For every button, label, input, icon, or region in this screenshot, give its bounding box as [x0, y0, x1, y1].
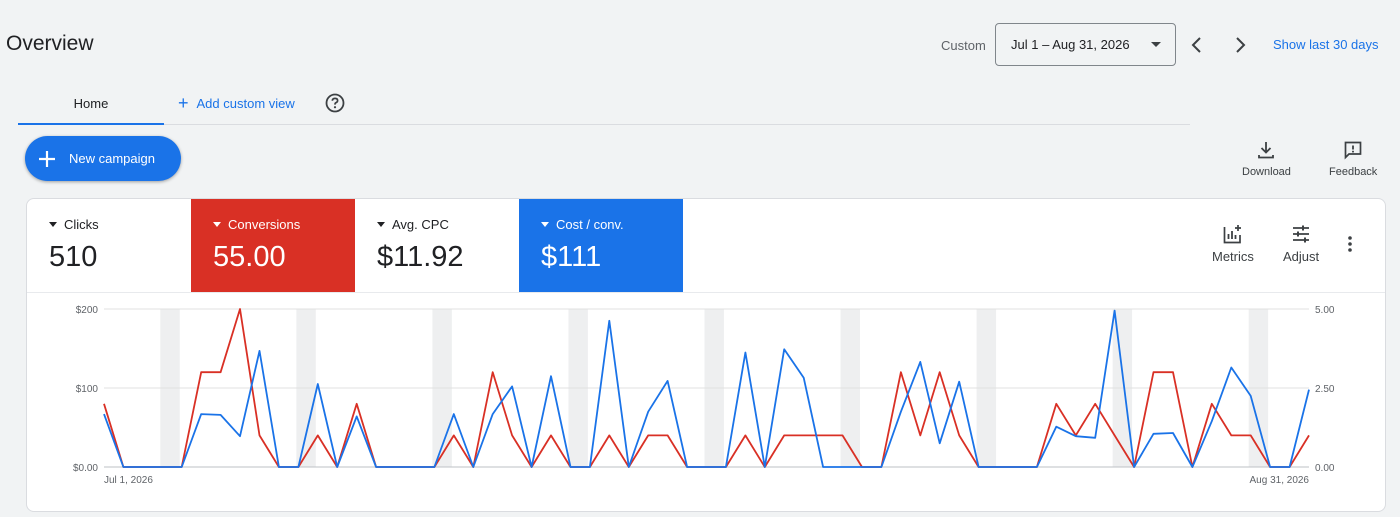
- metric-value: $111: [541, 241, 602, 273]
- next-period-button[interactable]: [1228, 33, 1252, 57]
- page-title: Overview: [6, 32, 94, 55]
- performance-card: Clicks 510 Conversions 55.00 Avg. CPC $1…: [26, 198, 1386, 512]
- plus-icon: +: [178, 93, 189, 113]
- metric-label: Conversions: [228, 217, 301, 232]
- previous-period-button[interactable]: [1185, 33, 1209, 57]
- metric-avg-cpc[interactable]: Avg. CPC $11.92: [355, 199, 519, 292]
- chevron-down-icon: [1151, 42, 1161, 47]
- caret-down-icon: [49, 222, 57, 227]
- y-right-tick-label: 5.00: [1315, 305, 1335, 316]
- caret-down-icon: [541, 222, 549, 227]
- metrics-button[interactable]: Metrics: [1212, 223, 1254, 264]
- metric-clicks[interactable]: Clicks 510: [27, 199, 191, 292]
- metric-conversions[interactable]: Conversions 55.00: [191, 199, 355, 292]
- plus-icon: [39, 150, 55, 167]
- metric-label: Cost / conv.: [556, 217, 624, 232]
- tab-home[interactable]: Home: [18, 84, 164, 125]
- add-custom-view-button[interactable]: + Add custom view: [178, 94, 295, 112]
- x-start-tick-label: Jul 1, 2026: [104, 475, 153, 486]
- y-left-tick-label: $100: [76, 384, 99, 395]
- add-chart-icon: [1223, 225, 1241, 244]
- help-icon[interactable]: [324, 92, 346, 114]
- y-left-tick-label: $0.00: [73, 463, 98, 474]
- view-tabs: Home + Add custom view: [18, 84, 1190, 125]
- show-last-30-days-link[interactable]: Show last 30 days: [1273, 37, 1379, 52]
- caret-down-icon: [377, 222, 385, 227]
- metric-label: Avg. CPC: [392, 217, 449, 232]
- date-range-label: Custom: [941, 38, 986, 53]
- date-range-select[interactable]: Jul 1 – Aug 31, 2026: [995, 23, 1176, 66]
- adjust-label: Adjust: [1283, 249, 1320, 264]
- metric-value: 510: [49, 241, 98, 273]
- add-custom-view-label: Add custom view: [196, 95, 295, 111]
- download-button[interactable]: Download: [1242, 140, 1291, 178]
- feedback-label: Feedback: [1329, 166, 1378, 178]
- metric-value: 55.00: [213, 241, 286, 273]
- adjust-button[interactable]: Adjust: [1283, 223, 1319, 264]
- new-campaign-label: New campaign: [69, 151, 155, 166]
- more-options-icon[interactable]: [1347, 235, 1353, 258]
- feedback-button[interactable]: Feedback: [1329, 140, 1377, 178]
- metric-cost-per-conversion[interactable]: Cost / conv. $111: [519, 199, 683, 292]
- y-right-tick-label: 0.00: [1315, 463, 1335, 474]
- metric-value: $11.92: [377, 241, 464, 273]
- feedback-icon: [1344, 141, 1362, 160]
- metric-label: Clicks: [64, 217, 99, 232]
- caret-down-icon: [213, 222, 221, 227]
- new-campaign-button[interactable]: New campaign: [25, 136, 181, 181]
- download-icon: [1258, 142, 1275, 159]
- metrics-label: Metrics: [1212, 249, 1254, 264]
- y-right-tick-label: 2.50: [1315, 384, 1335, 395]
- performance-chart: $0.00 $100 $200 0.00 2.50 5.00 Jul 1, 2026 Aug …: [73, 305, 1335, 486]
- x-end-tick-label: Aug 31, 2026: [1250, 475, 1310, 486]
- tune-icon: [1293, 225, 1310, 243]
- y-left-tick-label: $200: [76, 305, 99, 316]
- chevron-left-icon: [1191, 37, 1201, 53]
- chevron-right-icon: [1236, 37, 1246, 53]
- download-label: Download: [1242, 166, 1291, 178]
- date-range-value: Jul 1 – Aug 31, 2026: [1011, 37, 1130, 52]
